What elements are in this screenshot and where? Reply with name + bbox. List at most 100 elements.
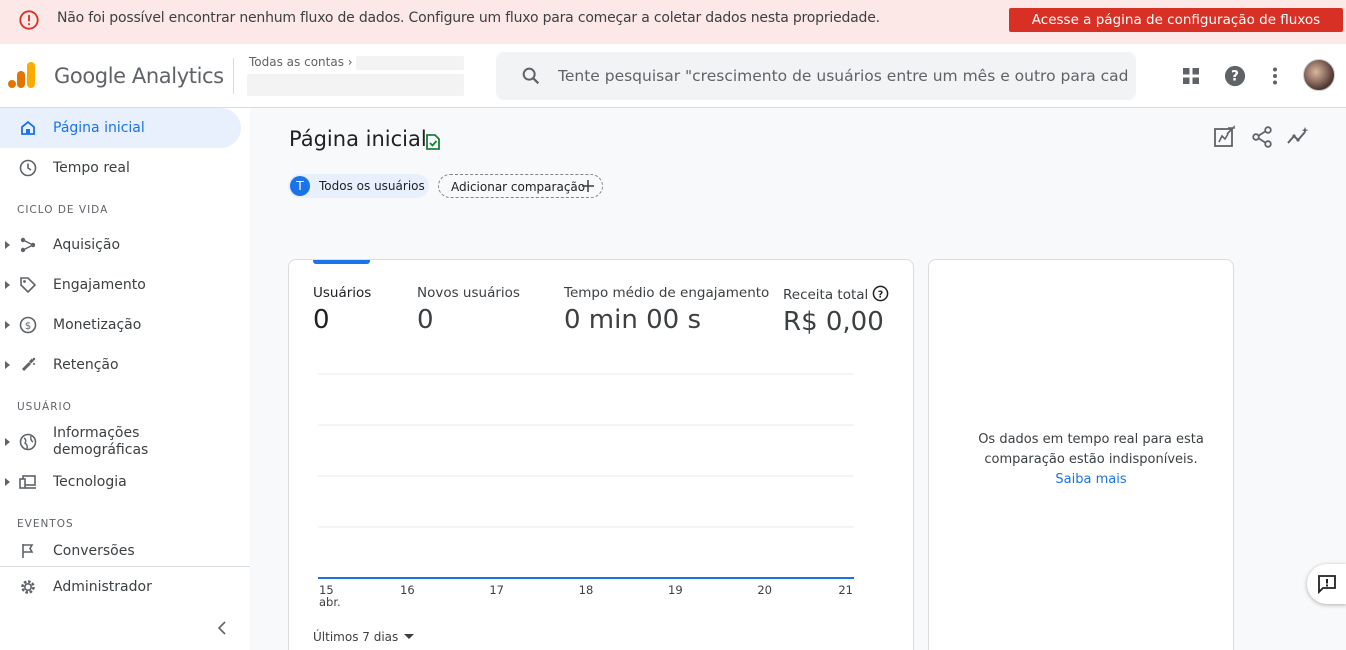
account-name-redacted xyxy=(356,56,464,70)
chevron-right-icon: › xyxy=(347,55,353,69)
x-tick-label: 19 xyxy=(668,583,683,597)
sidebar-item-label: Administrador xyxy=(53,579,152,595)
sidebar-item-acquisition[interactable]: Aquisição xyxy=(0,225,241,265)
x-tick-label: 20 xyxy=(757,583,772,597)
dropdown-arrow-icon xyxy=(404,634,415,639)
verified-report-icon[interactable] xyxy=(424,133,442,151)
edit-report-icon[interactable] xyxy=(1213,125,1237,149)
metric-tab-revenue[interactable]: Receita total? R$ 0,00 xyxy=(783,285,889,337)
chip-badge: T xyxy=(290,176,310,196)
error-icon xyxy=(19,10,39,30)
label-line-1: Informações xyxy=(53,425,140,441)
sidebar-item-demographics[interactable]: Informações demográficas xyxy=(0,422,241,462)
sidebar-item-label: Retenção xyxy=(53,357,119,373)
add-comparison-button[interactable]: Adicionar comparação xyxy=(438,174,603,198)
metric-label: Novos usuários xyxy=(417,285,520,301)
sidebar-item-monetization[interactable]: $ Monetização xyxy=(0,305,241,345)
x-tick-label: 17 xyxy=(489,583,504,597)
apps-button[interactable] xyxy=(1179,64,1203,88)
chip-label: Adicionar comparação xyxy=(451,180,586,194)
property-name-redacted[interactable] xyxy=(247,74,464,96)
home-icon xyxy=(18,118,38,138)
metric-value: 0 min 00 s xyxy=(564,305,701,335)
svg-text:$: $ xyxy=(25,321,31,332)
help-button[interactable]: ? xyxy=(1223,64,1247,88)
avatar[interactable] xyxy=(1303,59,1335,91)
sidebar-item-label: Aquisição xyxy=(53,237,121,253)
magnet-icon xyxy=(18,355,38,375)
section-header-user: USUÁRIO xyxy=(17,401,72,413)
brand-name[interactable]: Google Analytics xyxy=(54,64,224,88)
sidebar-item-retention[interactable]: Retenção xyxy=(0,345,241,385)
expand-caret-icon[interactable] xyxy=(5,241,10,249)
dollar-icon: $ xyxy=(18,315,38,335)
accounts-label: Todas as contas xyxy=(249,55,344,69)
sidebar-item-label: Tecnologia xyxy=(53,474,127,490)
comparison-chip-all-users[interactable]: T Todos os usuários xyxy=(288,174,429,198)
tag-icon xyxy=(18,275,38,295)
metric-tab-engagement-time[interactable]: Tempo médio de engajamento 0 min 00 s xyxy=(564,285,769,335)
metric-label: Usuários xyxy=(313,285,372,301)
collapse-sidebar-icon[interactable] xyxy=(214,619,232,637)
acquisition-icon xyxy=(18,235,38,255)
metric-tab-new-users[interactable]: Novos usuários 0 xyxy=(417,285,520,335)
expand-caret-icon[interactable] xyxy=(5,281,10,289)
date-range-selector[interactable]: Últimos 7 dias xyxy=(313,630,415,644)
x-tick-label: 21 xyxy=(838,583,853,597)
sidebar-item-label: Conversões xyxy=(53,543,135,559)
realtime-unavailable-message: Os dados em tempo real para esta compara… xyxy=(969,430,1213,490)
feedback-button[interactable] xyxy=(1307,564,1346,604)
sidebar-item-technology[interactable]: Tecnologia xyxy=(0,462,241,502)
x-tick-label-month: abr. xyxy=(319,595,341,609)
header-divider xyxy=(233,58,234,94)
expand-caret-icon[interactable] xyxy=(5,361,10,369)
flag-icon xyxy=(18,541,38,561)
metric-value: R$ 0,00 xyxy=(783,307,884,337)
date-range-label: Últimos 7 dias xyxy=(313,630,399,644)
realtime-card: Os dados em tempo real para esta compara… xyxy=(928,259,1234,650)
sidebar-item-label: Tempo real xyxy=(53,160,130,176)
sidebar-item-label: Engajamento xyxy=(53,277,146,293)
apps-icon xyxy=(1183,68,1199,84)
x-tick-label: 16 xyxy=(400,583,415,597)
sidebar: Página inicial Tempo real CICLO DE VIDA … xyxy=(0,108,250,650)
globe-icon xyxy=(18,432,38,452)
insights-icon[interactable] xyxy=(1286,125,1310,149)
help-circle-icon[interactable]: ? xyxy=(872,285,889,302)
search-icon xyxy=(522,67,540,85)
stream-config-button[interactable]: Acesse a página de configuração de fluxo… xyxy=(1009,8,1343,32)
account-breadcrumb[interactable]: Todas as contas › xyxy=(249,55,353,69)
alert-message: Não foi possível encontrar nenhum fluxo … xyxy=(57,10,880,26)
metric-label: Receita total? xyxy=(783,285,889,303)
sidebar-item-home[interactable]: Página inicial xyxy=(0,108,241,148)
sidebar-item-label: Informações demográficas xyxy=(53,425,148,459)
alert-banner: Não foi possível encontrar nenhum fluxo … xyxy=(0,0,1346,44)
devices-icon xyxy=(18,472,38,492)
realtime-message-text: Os dados em tempo real para esta compara… xyxy=(978,432,1204,467)
share-icon[interactable] xyxy=(1250,125,1274,149)
help-icon: ? xyxy=(1224,65,1246,87)
expand-caret-icon[interactable] xyxy=(5,321,10,329)
metric-label: Tempo médio de engajamento xyxy=(564,285,770,301)
learn-more-link[interactable]: Saiba mais xyxy=(969,470,1213,490)
search-input[interactable] xyxy=(558,64,1128,88)
svg-text:?: ? xyxy=(878,289,883,300)
search-box[interactable] xyxy=(496,52,1136,100)
svg-text:?: ? xyxy=(1231,69,1239,85)
sidebar-item-admin[interactable]: Administrador xyxy=(0,567,241,607)
page-title: Página inicial xyxy=(289,127,427,151)
sidebar-item-conversions[interactable]: Conversões xyxy=(0,539,241,563)
metric-tab-users[interactable]: Usuários 0 xyxy=(313,285,371,335)
more-button[interactable] xyxy=(1263,64,1287,88)
feedback-icon xyxy=(1318,575,1336,595)
sidebar-item-realtime[interactable]: Tempo real xyxy=(0,148,241,188)
analytics-logo[interactable] xyxy=(8,60,36,90)
metric-value: 0 xyxy=(417,305,434,335)
top-header: Google Analytics Todas as contas › ? xyxy=(0,44,1346,108)
expand-caret-icon[interactable] xyxy=(5,478,10,486)
metric-value: 0 xyxy=(313,305,330,335)
expand-caret-icon[interactable] xyxy=(5,438,10,446)
more-vert-icon xyxy=(1273,67,1277,85)
sidebar-item-engagement[interactable]: Engajamento xyxy=(0,265,241,305)
plus-icon xyxy=(582,180,594,192)
